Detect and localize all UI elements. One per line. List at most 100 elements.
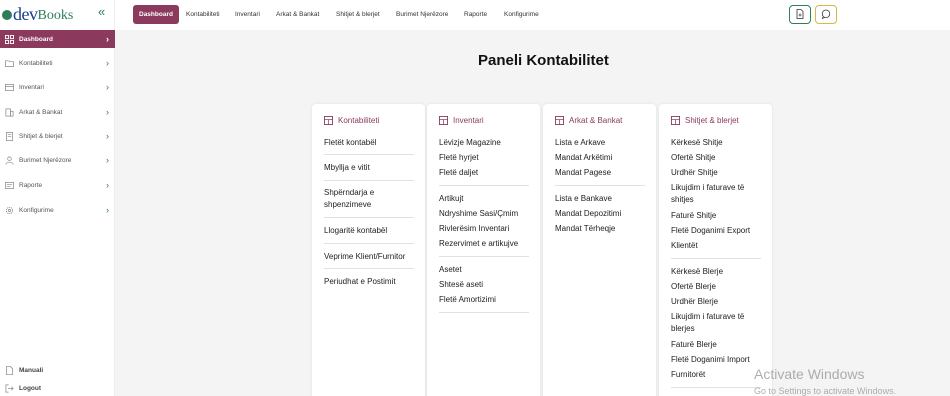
chevron-right-icon: › — [106, 131, 109, 141]
sidebar-item-raporte[interactable]: Raporte › — [0, 176, 115, 194]
sidebar-item-burimet-njerezore[interactable]: Burimet Njerëzore › — [0, 151, 115, 169]
tab-raporte[interactable]: Raporte — [464, 5, 487, 24]
tab-shitjet-blerjet[interactable]: Shitjet & blerjet — [336, 5, 380, 24]
link-likujdim-faturave-blerjes[interactable]: Likujdim i faturave të blerjes — [671, 311, 763, 335]
tab-arkat-bankat[interactable]: Arkat & Bankat — [276, 5, 319, 24]
chevron-right-icon: › — [106, 107, 109, 117]
logout-button[interactable]: Logout — [0, 380, 115, 396]
receipt-icon — [5, 131, 14, 141]
chevron-right-icon: › — [106, 34, 109, 44]
link-mandat-pagese[interactable]: Mandat Pagese — [555, 167, 647, 179]
sidebar: dev Books « Dashboard › Kontabiliteti › … — [0, 0, 115, 396]
link-mandat-terheqje[interactable]: Mandat Tërheqje — [555, 223, 647, 235]
link-asetet[interactable]: Asetet — [439, 264, 531, 276]
link-urdher-shitje[interactable]: Urdhër Shitje — [671, 167, 763, 179]
divider — [324, 268, 414, 269]
link-fature-shitje[interactable]: Faturë Shitje — [671, 210, 763, 222]
report-icon — [5, 181, 14, 190]
chevron-right-icon: › — [106, 82, 109, 92]
link-lista-e-arkave[interactable]: Lista e Arkave — [555, 137, 647, 149]
tab-kontabiliteti[interactable]: Kontabiliteti — [186, 5, 220, 24]
card-arkat-bankat: Arkat & Bankat Lista e Arkave Mandat Ark… — [543, 104, 656, 396]
box-icon — [5, 83, 14, 92]
link-oferte-shitje[interactable]: Ofertë Shitje — [671, 152, 763, 164]
card-header: Inventari — [439, 116, 484, 125]
tab-konfigurime[interactable]: Konfigurime — [504, 5, 539, 24]
sidebar-item-label: Shitjet & blerjet — [19, 132, 63, 140]
divider — [439, 185, 529, 186]
link-kerkese-blerje[interactable]: Kërkesë Blerje — [671, 266, 763, 278]
users-icon — [5, 156, 14, 165]
sidebar-item-dashboard[interactable]: Dashboard › — [0, 30, 115, 48]
windows-activation-watermark: Activate Windows — [754, 366, 865, 382]
sidebar-item-label: Logout — [19, 384, 42, 392]
new-document-button[interactable] — [789, 5, 811, 24]
sidebar-item-label: Arkat & Bankat — [19, 108, 63, 116]
link-veprime-klient-furnitor[interactable]: Veprime Klient/Furnitor — [324, 251, 416, 263]
collapse-sidebar-icon[interactable]: « — [98, 4, 105, 19]
sidebar-item-arkat-bankat[interactable]: Arkat & Bankat › — [0, 103, 115, 121]
link-mandat-arketimi[interactable]: Mandat Arkëtimi — [555, 152, 647, 164]
divider — [671, 387, 761, 388]
link-urdher-blerje[interactable]: Urdhër Blerje — [671, 296, 763, 308]
file-add-icon — [795, 6, 805, 24]
card-title: Inventari — [453, 116, 484, 125]
link-mbyllja-e-vitit[interactable]: Mbyllja e vitit — [324, 162, 416, 174]
link-flete-doganimi-export[interactable]: Fletë Doganimi Export — [671, 225, 763, 237]
calculator-icon — [671, 116, 680, 125]
link-rezervimet-e-artikujve[interactable]: Rezervimet e artikujve — [439, 238, 531, 250]
chevron-right-icon: › — [106, 58, 109, 68]
card-title: Arkat & Bankat — [569, 116, 623, 125]
tab-inventari[interactable]: Inventari — [235, 5, 260, 24]
link-lista-e-bankave[interactable]: Lista e Bankave — [555, 193, 647, 205]
divider — [324, 180, 414, 181]
link-furnitoret[interactable]: Furnitorët — [671, 369, 763, 381]
document-icon — [5, 365, 14, 375]
link-flete-hyrjet[interactable]: Fletë hyrjet — [439, 152, 531, 164]
divider — [439, 312, 529, 313]
card-header: Kontabiliteti — [324, 116, 379, 125]
link-flete-amortizimi[interactable]: Fletë Amortizimi — [439, 294, 531, 306]
calculator-icon — [555, 116, 564, 125]
sidebar-item-inventari[interactable]: Inventari › — [0, 78, 115, 96]
divider — [439, 256, 529, 257]
sidebar-item-shitjet-blerjet[interactable]: Shitjet & blerjet › — [0, 127, 115, 145]
link-oferte-blerje[interactable]: Ofertë Blerje — [671, 281, 763, 293]
card-title: Shitjet & blerjet — [685, 116, 739, 125]
link-shtese-aseti[interactable]: Shtesë aseti — [439, 279, 531, 291]
link-llogarite-kontabel[interactable]: Llogaritë kontabël — [324, 225, 416, 237]
chevron-right-icon: › — [106, 180, 109, 190]
link-periudhat-e-postimit[interactable]: Periudhat e Postimit — [324, 276, 416, 288]
card-kontabiliteti: Kontabiliteti Fletët kontabël Mbyllja e … — [312, 104, 425, 396]
card-inventari: Inventari Lëvizje Magazine Fletë hyrjet … — [427, 104, 540, 396]
link-flete-daljet[interactable]: Fletë daljet — [439, 167, 531, 179]
brand-dev-text: dev — [13, 3, 38, 24]
link-klientet[interactable]: Klientët — [671, 240, 763, 252]
link-ndryshime-sasi-cmim[interactable]: Ndryshime Sasi/Çmim — [439, 208, 531, 220]
link-shperndarja-e-shpenzimeve[interactable]: Shpërndarja e shpenzimeve — [324, 187, 416, 211]
link-fletet-kontabel[interactable]: Fletët kontabël — [324, 137, 416, 149]
link-likujdim-faturave-shitjes[interactable]: Likujdim i faturave të shitjes — [671, 182, 763, 206]
tab-burimet-njerezore[interactable]: Burimet Njerëzore — [396, 5, 448, 24]
sidebar-item-label: Dashboard — [19, 35, 53, 43]
chat-button[interactable] — [815, 5, 837, 24]
sidebar-item-label: Manuali — [19, 366, 44, 374]
sidebar-item-konfigurime[interactable]: Konfigurime › — [0, 201, 115, 219]
grid-icon — [5, 34, 14, 44]
sidebar-item-kontabiliteti[interactable]: Kontabiliteti › — [0, 54, 115, 72]
divider — [324, 154, 414, 155]
tab-dashboard[interactable]: Dashboard — [133, 5, 179, 24]
link-fature-blerje[interactable]: Faturë Blerje — [671, 339, 763, 351]
link-flete-doganimi-import[interactable]: Fletë Doganimi Import — [671, 354, 763, 366]
card-header: Arkat & Bankat — [555, 116, 622, 125]
logo-icon — [2, 10, 12, 20]
sidebar-item-manuali[interactable]: Manuali — [0, 362, 115, 378]
gear-icon — [5, 206, 14, 215]
link-artikujt[interactable]: Artikujt — [439, 193, 531, 205]
link-mandat-depozitimi[interactable]: Mandat Depozitimi — [555, 208, 647, 220]
link-rivleresim-inventari[interactable]: Rivlerësim Inventari — [439, 223, 531, 235]
brand-logo[interactable]: dev Books — [2, 4, 73, 24]
chevron-right-icon: › — [106, 155, 109, 165]
link-levizje-magazine[interactable]: Lëvizje Magazine — [439, 137, 531, 149]
link-kerkese-shitje[interactable]: Kërkesë Shitje — [671, 137, 763, 149]
